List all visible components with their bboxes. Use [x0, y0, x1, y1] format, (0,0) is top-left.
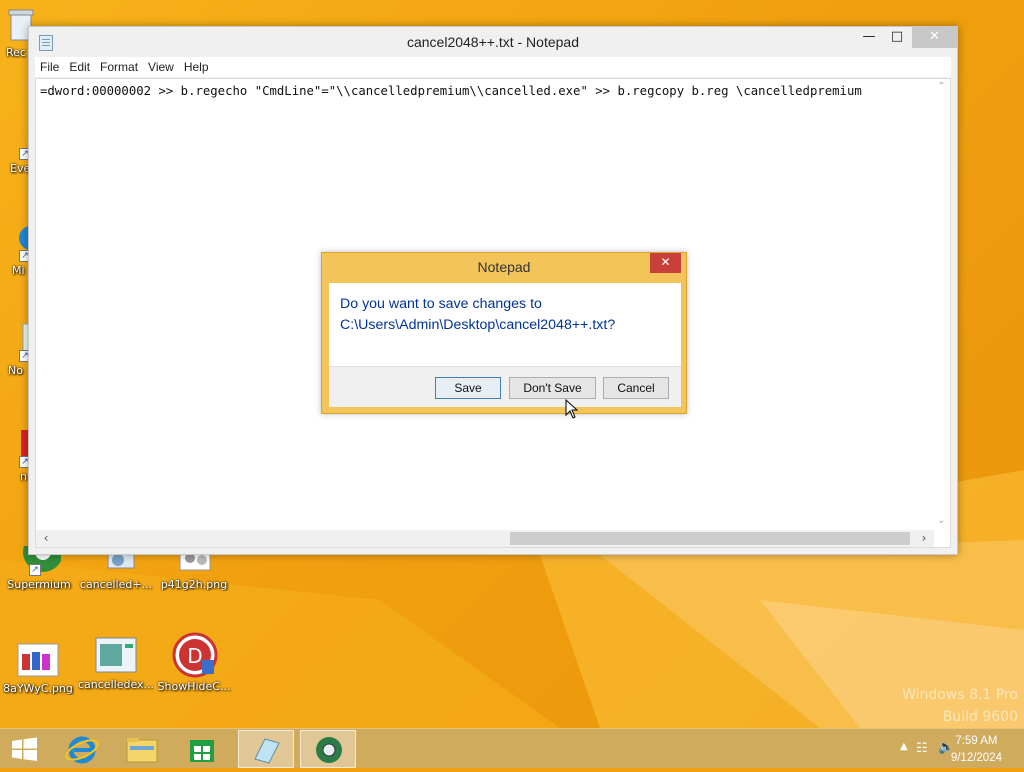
store-taskbar-button[interactable]	[176, 730, 232, 768]
clock-date: 9/12/2024	[950, 752, 1002, 764]
taskbar: ▲ ☷ 🔈 7:59 AM 9/12/2024	[0, 728, 1024, 768]
desktop-icon-label: cancelled+...	[79, 578, 153, 591]
desktop-icon-label: ShowHideC...	[157, 680, 231, 693]
show-hidden-icons-icon[interactable]: ▲	[900, 741, 908, 752]
notepad-icon	[254, 738, 280, 764]
system-tray: ▲ ☷ 🔈 7:59 AM 9/12/2024	[864, 729, 1024, 769]
dont-save-button[interactable]: Don't Save	[509, 377, 596, 399]
mouse-cursor-icon	[565, 399, 579, 419]
start-button[interactable]	[0, 730, 56, 768]
windows-logo-icon	[12, 737, 37, 761]
window-title: cancel2048++.txt - Notepad	[406, 34, 579, 50]
minimize-button[interactable]: —	[855, 27, 883, 48]
horizontal-scrollbar[interactable]: ‹ ›	[36, 530, 934, 547]
cancel-button[interactable]: Cancel	[603, 377, 669, 399]
dialog-title: Notepad	[477, 259, 531, 275]
vertical-scrollbar[interactable]: ⌃ ⌄	[933, 79, 950, 531]
title-bar[interactable]: cancel2048++.txt - Notepad — □ ✕	[29, 27, 957, 57]
file-explorer-taskbar-button[interactable]	[114, 730, 170, 768]
clock-time: 7:59 AM	[955, 735, 998, 747]
clock[interactable]: 7:59 AM 9/12/2024	[951, 733, 1002, 767]
scroll-up-arrow-icon[interactable]: ⌃	[933, 81, 950, 92]
dialog-message-line2: C:\Users\Admin\Desktop\cancel2048++.txt?	[340, 317, 616, 333]
watermark-line2: Build 9600	[942, 709, 1018, 725]
app-icon: D	[172, 632, 218, 678]
menu-bar: File Edit Format View Help	[35, 57, 951, 77]
folder-icon	[126, 738, 158, 763]
watermark-line1: Windows 8.1 Pro	[902, 687, 1018, 703]
save-button[interactable]: Save	[435, 377, 501, 399]
close-button[interactable]: ✕	[912, 27, 957, 48]
horizontal-scroll-thumb[interactable]	[510, 532, 910, 545]
desktop-icon-label: cancelledex...	[78, 678, 154, 691]
maximize-button[interactable]: □	[883, 27, 911, 48]
dialog-close-button[interactable]: ✕	[650, 253, 681, 273]
image-icon	[16, 640, 60, 680]
desktop-icon-label: p41g2h.png	[160, 578, 228, 591]
scroll-down-arrow-icon[interactable]: ⌄	[933, 515, 950, 526]
desktop-icon-label: 8aYWyC.png	[3, 682, 73, 695]
menu-view[interactable]: View	[143, 57, 179, 74]
scroll-left-arrow-icon[interactable]: ‹	[38, 530, 54, 547]
dialog-body: Do you want to save changes to C:\Users\…	[329, 283, 681, 407]
menu-file[interactable]: File	[35, 57, 64, 74]
exe-icon	[94, 636, 138, 676]
dialog-message: Do you want to save changes to C:\Users\…	[340, 294, 615, 336]
menu-help[interactable]: Help	[179, 57, 214, 74]
desktop-icon-cancelledex[interactable]: cancelledex...	[78, 636, 154, 691]
editor-content: =dword:00000002 >> b.regecho "CmdLine"="…	[40, 84, 862, 98]
menu-edit[interactable]: Edit	[64, 57, 95, 74]
menu-format[interactable]: Format	[95, 57, 143, 74]
save-changes-dialog: Notepad ✕ Do you want to save changes to…	[321, 252, 687, 414]
dialog-footer: Save Don't Save Cancel	[329, 366, 681, 407]
dialog-message-line1: Do you want to save changes to	[340, 296, 542, 312]
internet-explorer-icon	[65, 736, 99, 764]
supermium-icon	[316, 737, 342, 763]
svg-text:D: D	[187, 644, 202, 668]
store-icon	[190, 740, 214, 762]
desktop-icon-8aywyc[interactable]: 8aYWyC.png	[0, 640, 76, 695]
scroll-right-arrow-icon[interactable]: ›	[916, 530, 932, 547]
desktop-icon-showhide[interactable]: D ShowHideC...	[156, 632, 232, 693]
internet-explorer-taskbar-button[interactable]	[56, 730, 112, 768]
notepad-taskbar-button[interactable]	[238, 730, 294, 768]
desktop-icon-label: Supermium	[7, 578, 71, 591]
windows-watermark: Windows 8.1 Pro Build 9600	[902, 684, 1018, 728]
supermium-taskbar-button[interactable]	[300, 730, 356, 768]
network-icon[interactable]: ☷	[916, 741, 928, 756]
